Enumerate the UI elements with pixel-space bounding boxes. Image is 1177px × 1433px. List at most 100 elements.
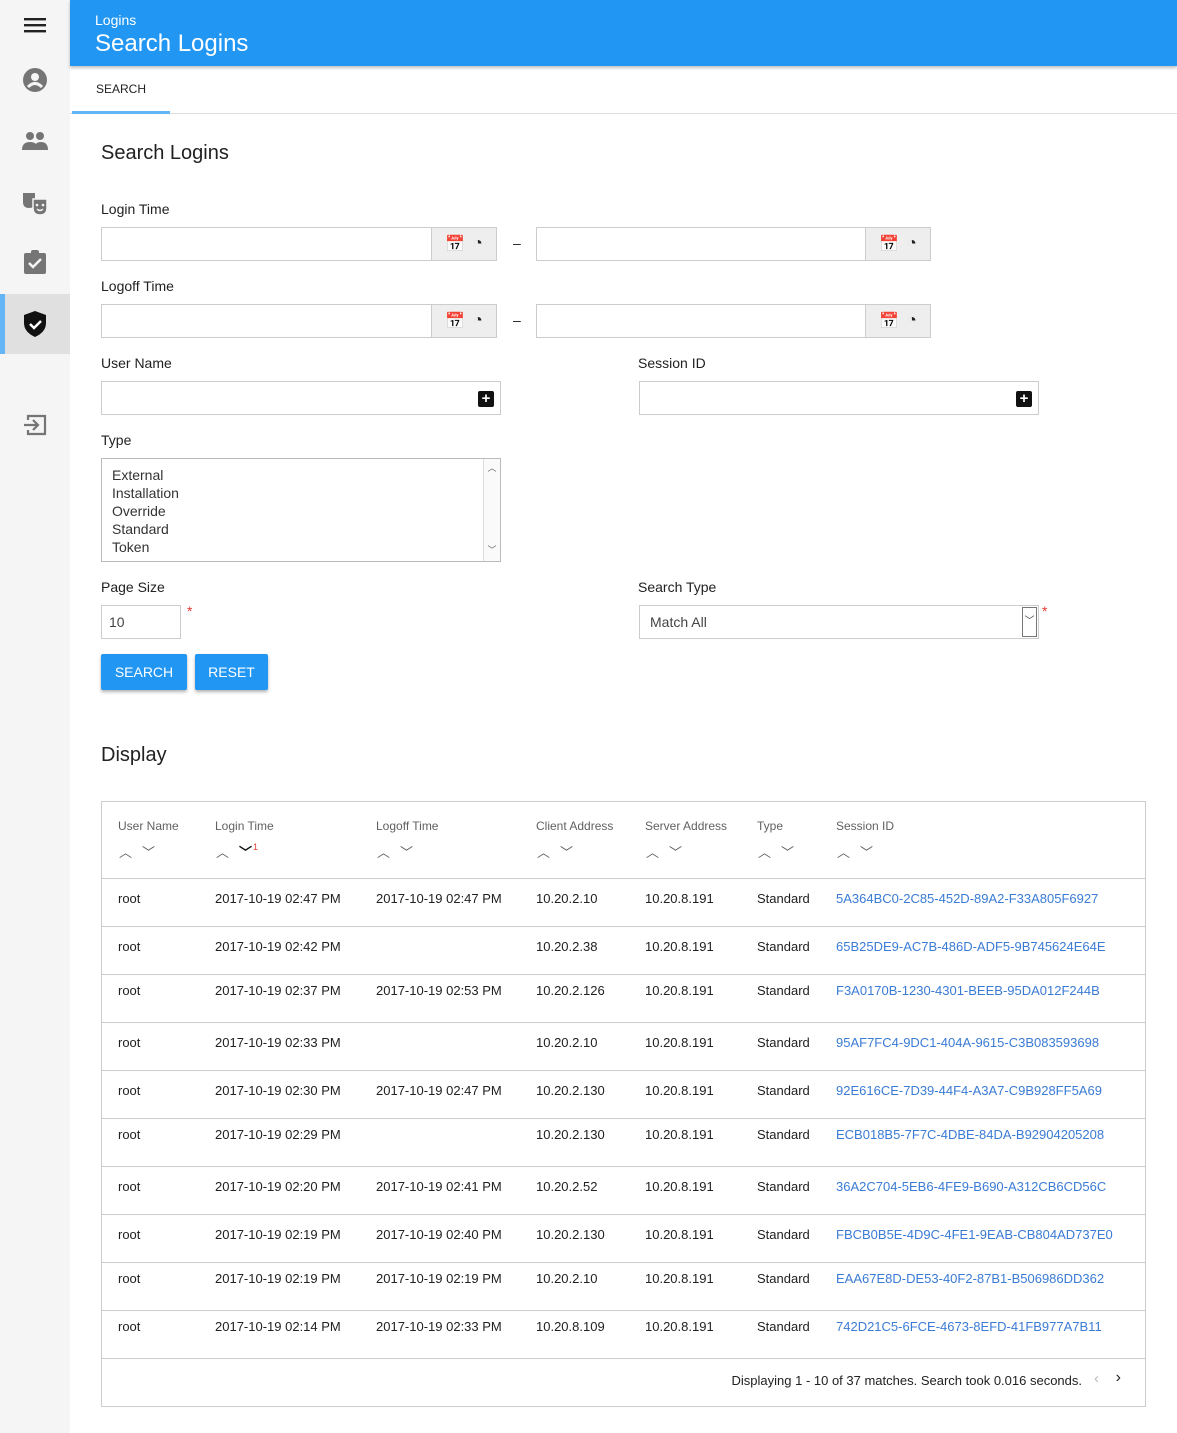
chevron-right-icon[interactable]: ›	[1116, 1369, 1121, 1387]
sort-descending-icon[interactable]: ﹀	[560, 842, 573, 861]
session-id-link[interactable]: FBCB0B5E-4D9C-4FE1-9EAB-CB804AD737E0	[836, 1227, 1113, 1242]
session-id-link[interactable]: EAA67E8D-DE53-40F2-87B1-B506986DD362	[836, 1271, 1104, 1286]
session-id-link[interactable]: ECB018B5-7F7C-4DBE-84DA-B92904205208	[836, 1127, 1104, 1142]
sort-ascending-icon[interactable]: ︿	[646, 842, 659, 861]
sort-descending-icon[interactable]: ﹀	[860, 842, 873, 861]
cell-user-name: root	[118, 1319, 141, 1334]
column-header-client-address[interactable]: Client Address	[536, 819, 613, 833]
login-time-to-picker[interactable]: 📅 ◔	[865, 227, 931, 261]
cell-client-address: 10.20.8.109	[536, 1319, 605, 1334]
menu-icon[interactable]	[0, 0, 70, 55]
calendar-icon[interactable]: 📅	[879, 311, 899, 331]
pagination-status: Displaying 1 - 10 of 37 matches. Search …	[731, 1373, 1082, 1388]
chevron-down-icon[interactable]: ﹀	[1022, 607, 1037, 637]
cell-login-time: 2017-10-19 02:47 PM	[215, 891, 341, 906]
session-id-link[interactable]: 742D21C5-6FCE-4673-8EFD-41FB977A7B11	[836, 1319, 1102, 1334]
column-header-login-time[interactable]: Login Time	[215, 819, 274, 833]
column-header-session-id[interactable]: Session ID	[836, 819, 894, 833]
type-option[interactable]: Token	[112, 538, 490, 556]
search-button[interactable]: SEARCH	[101, 654, 187, 690]
login-time-from-picker[interactable]: 📅 ◔	[431, 227, 497, 261]
theater-masks-icon[interactable]	[0, 173, 70, 233]
scrollbar[interactable]: ︿ ﹀	[483, 459, 500, 561]
table-row: root 2017-10-19 02:33 PM 10.20.2.10 10.20.8…	[102, 1022, 1145, 1070]
user-name-input[interactable]: +	[101, 381, 501, 415]
sort-ascending-icon[interactable]: ︿	[758, 842, 771, 861]
add-icon[interactable]: +	[478, 391, 494, 407]
column-header-server-address[interactable]: Server Address	[645, 819, 727, 833]
sort-descending-icon[interactable]: ﹀	[781, 842, 794, 861]
sort-descending-icon[interactable]: ﹀	[142, 842, 155, 861]
cell-client-address: 10.20.2.38	[536, 939, 598, 954]
cell-type: Standard	[757, 1179, 810, 1194]
sidebar-item-logins[interactable]	[0, 294, 70, 354]
cell-server-address: 10.20.8.191	[645, 891, 714, 906]
search-type-value: Match All	[650, 614, 707, 630]
reset-button[interactable]: RESET	[195, 654, 268, 690]
logoff-time-to-input[interactable]	[536, 304, 867, 338]
chevron-left-icon[interactable]: ‹	[1094, 1370, 1099, 1387]
clock-icon[interactable]: ◔	[907, 235, 917, 253]
cell-client-address: 10.20.2.126	[536, 983, 605, 998]
table-footer: Displaying 1 - 10 of 37 matches. Search …	[102, 1358, 1145, 1406]
clock-icon[interactable]: ◔	[473, 235, 483, 253]
column-header-user-name[interactable]: User Name	[118, 819, 179, 833]
logoff-time-from-input[interactable]	[101, 304, 433, 338]
tab-search[interactable]: SEARCH	[72, 66, 170, 114]
cell-user-name: root	[118, 1227, 141, 1242]
logoff-time-to-picker[interactable]: 📅 ◔	[865, 304, 931, 338]
sort-ascending-icon[interactable]: ︿	[119, 842, 132, 861]
tab-bar: SEARCH	[70, 66, 1177, 114]
session-id-link[interactable]: 36A2C704-5EB6-4FE9-B690-A312CB6CD56C	[836, 1179, 1106, 1194]
add-icon[interactable]: +	[1016, 391, 1032, 407]
login-time-to-input[interactable]	[536, 227, 867, 261]
cell-client-address: 10.20.2.130	[536, 1083, 605, 1098]
sort-descending-icon[interactable]: ﹀	[669, 842, 682, 861]
logout-icon[interactable]	[0, 395, 70, 455]
search-type-select[interactable]: Match All ﹀	[639, 605, 1039, 639]
cell-client-address: 10.20.2.130	[536, 1227, 605, 1242]
calendar-icon[interactable]: 📅	[879, 234, 899, 254]
type-listbox[interactable]: External Installation Override Standard …	[101, 458, 501, 562]
cell-logoff-time: 2017-10-19 02:53 PM	[376, 983, 502, 998]
session-id-link[interactable]: 95AF7FC4-9DC1-404A-9615-C3B083593698	[836, 1035, 1099, 1050]
sort-ascending-icon[interactable]: ︿	[216, 842, 229, 861]
people-icon[interactable]	[0, 111, 70, 171]
session-id-link[interactable]: F3A0170B-1230-4301-BEEB-95DA012F244B	[836, 983, 1100, 998]
cell-type: Standard	[757, 1271, 810, 1286]
cell-server-address: 10.20.8.191	[645, 1083, 714, 1098]
sort-priority: 1	[253, 842, 259, 852]
calendar-icon[interactable]: 📅	[445, 234, 465, 254]
sort-ascending-icon[interactable]: ︿	[837, 842, 850, 861]
sort-ascending-icon[interactable]: ︿	[537, 842, 550, 861]
type-option[interactable]: Installation	[112, 484, 490, 502]
calendar-icon[interactable]: 📅	[445, 311, 465, 331]
sort-ascending-icon[interactable]: ︿	[377, 842, 390, 861]
sort-descending-icon[interactable]: ﹀	[400, 842, 413, 861]
clock-icon[interactable]: ◔	[473, 312, 483, 330]
sort-descending-icon[interactable]: ﹀	[239, 842, 252, 861]
column-header-type[interactable]: Type	[757, 819, 783, 833]
cell-server-address: 10.20.8.191	[645, 1127, 714, 1142]
login-time-label: Login Time	[101, 201, 170, 217]
logoff-time-from-picker[interactable]: 📅 ◔	[431, 304, 497, 338]
assignment-check-icon[interactable]	[0, 232, 70, 292]
type-option[interactable]: External	[112, 466, 490, 484]
session-id-label: Session ID	[638, 355, 706, 371]
type-option[interactable]: Standard	[112, 520, 490, 538]
cell-server-address: 10.20.8.191	[645, 939, 714, 954]
login-time-from-input[interactable]	[101, 227, 433, 261]
breadcrumb[interactable]: Logins	[95, 12, 136, 28]
page-size-input[interactable]: 10	[101, 605, 181, 639]
column-header-logoff-time[interactable]: Logoff Time	[376, 819, 438, 833]
cell-logoff-time: 2017-10-19 02:40 PM	[376, 1227, 502, 1242]
session-id-link[interactable]: 5A364BC0-2C85-452D-89A2-F33A805F6927	[836, 891, 1098, 906]
account-circle-icon[interactable]	[0, 50, 70, 110]
session-id-input[interactable]: +	[639, 381, 1039, 415]
page-size-label: Page Size	[101, 579, 165, 595]
clock-icon[interactable]: ◔	[907, 312, 917, 330]
type-option[interactable]: Override	[112, 502, 490, 520]
session-id-link[interactable]: 92E616CE-7D39-44F4-A3A7-C9B928FF5A69	[836, 1083, 1102, 1098]
session-id-link[interactable]: 65B25DE9-AC7B-486D-ADF5-9B745624E64E	[836, 939, 1106, 954]
cell-user-name: root	[118, 891, 141, 906]
